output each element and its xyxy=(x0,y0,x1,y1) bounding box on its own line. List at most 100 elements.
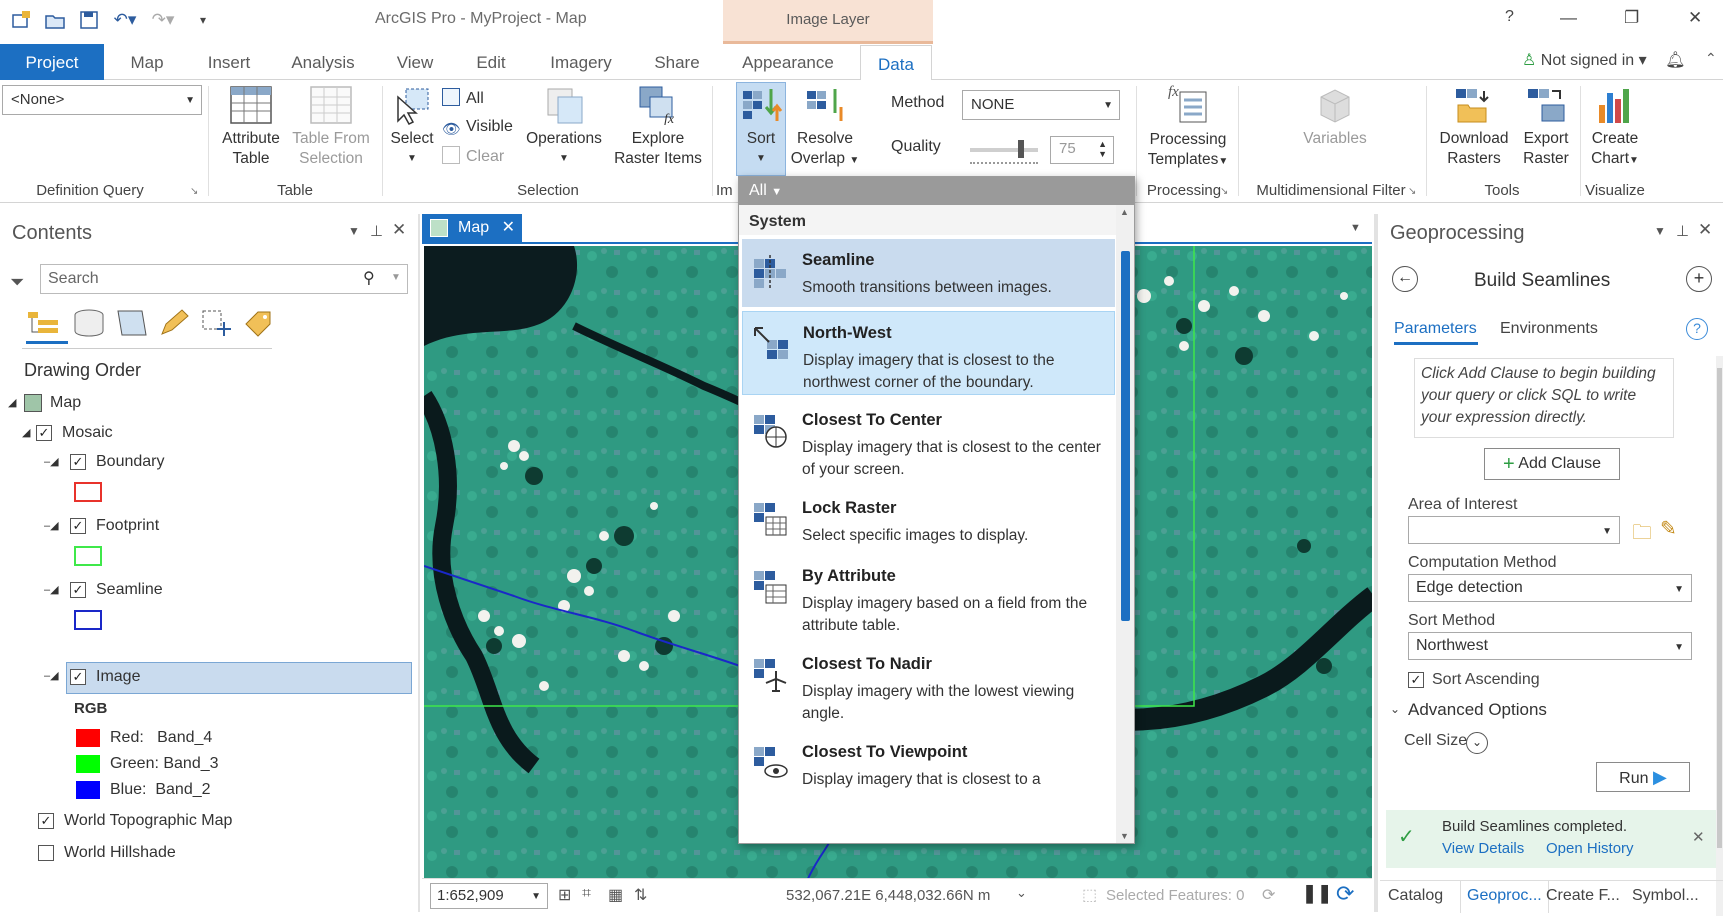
layer-map[interactable]: Map xyxy=(50,394,81,412)
expand-cell-size-icon[interactable]: ⌄ xyxy=(1466,732,1488,754)
mosaic-expander-icon[interactable]: ◢ xyxy=(22,426,30,439)
refresh-icon[interactable]: ⟳ xyxy=(1336,881,1354,907)
run-button[interactable]: Run ▶ xyxy=(1596,762,1690,792)
scroll-up-icon[interactable]: ▲ xyxy=(1120,207,1129,217)
sort-filter-header[interactable]: All ▼ xyxy=(739,177,1134,205)
scroll-down-icon[interactable]: ▼ xyxy=(1120,831,1129,841)
fixed-zoom-icon[interactable]: ⊞ xyxy=(558,885,571,905)
attribute-table-button[interactable]: Attribute Table xyxy=(215,85,287,169)
footprint-expander-icon[interactable]: –◢ xyxy=(44,519,59,532)
list-by-snapping-icon[interactable] xyxy=(200,308,234,341)
map-scale-select[interactable]: 1:652,909 ▼ xyxy=(430,883,548,909)
resolve-overlap-button[interactable]: Resolve Overlap ▼ xyxy=(790,85,860,171)
layer-footprint[interactable]: Footprint xyxy=(96,517,159,535)
clear-selection-button[interactable]: Clear xyxy=(442,146,504,166)
gp-scroll-thumb[interactable] xyxy=(1717,368,1722,848)
seamline-expander-icon[interactable]: –◢ xyxy=(44,583,59,596)
browse-folder-icon[interactable]: 🗀︎ xyxy=(1632,518,1652,552)
computation-method-select[interactable]: Edge detection ▼ xyxy=(1408,574,1692,602)
advanced-options-chevron-icon[interactable]: ⌄ xyxy=(1390,702,1400,716)
multidim-launcher-icon[interactable]: ↘ xyxy=(1408,186,1416,197)
select-visible-button[interactable]: 👁︎ Visible xyxy=(442,118,513,138)
search-icon[interactable]: ⚲ xyxy=(363,268,375,288)
boundary-symbol[interactable] xyxy=(74,482,102,502)
map-tabs-overflow-icon[interactable]: ▼ xyxy=(1350,222,1361,234)
close-map-tab-icon[interactable]: ✕ xyxy=(502,219,515,236)
geoprocessing-splitter[interactable] xyxy=(1374,214,1378,912)
list-by-drawing-order-icon[interactable] xyxy=(26,308,60,341)
processing-templates-button[interactable]: fx Processing Templates▼ xyxy=(1142,82,1234,172)
download-rasters-button[interactable]: Download Rasters xyxy=(1434,85,1514,169)
seamline-checkbox[interactable]: ✓ xyxy=(70,582,86,598)
launcher-icon[interactable]: ↘ xyxy=(190,186,198,197)
tab-insert[interactable]: Insert xyxy=(196,44,262,80)
sort-method-select[interactable]: Northwest ▼ xyxy=(1408,632,1692,660)
tab-map[interactable]: Map xyxy=(118,44,176,80)
processing-launcher-icon[interactable]: ↘ xyxy=(1220,186,1228,197)
contents-search-input[interactable]: Search ⚲ ▼ xyxy=(40,264,408,294)
sort-option-lock-raster[interactable]: Lock Raster Select specific images to di… xyxy=(742,487,1115,553)
dropdown-scrollbar[interactable]: ▲ ▼ xyxy=(1116,205,1134,843)
sort-option-closest-to-nadir[interactable]: Closest To Nadir Display imagery with th… xyxy=(742,643,1115,731)
view-details-link[interactable]: View Details xyxy=(1442,840,1524,857)
mosaic-checkbox[interactable]: ✓ xyxy=(36,425,52,441)
notifications-bell-icon[interactable]: 🔔︎ xyxy=(1665,52,1685,69)
redo-icon[interactable]: ↷▾ xyxy=(148,9,178,31)
close-geoprocessing-icon[interactable]: ✕ xyxy=(1698,220,1712,240)
pause-drawing-icon[interactable]: ❚❚ xyxy=(1302,883,1332,904)
variables-button[interactable]: Variables xyxy=(1290,85,1380,149)
sketch-pencil-icon[interactable]: ✎ xyxy=(1660,516,1677,541)
list-by-labeling-icon[interactable] xyxy=(242,308,276,341)
new-project-icon[interactable] xyxy=(10,9,32,31)
sort-option-north-west[interactable]: North-West Display imagery that is close… xyxy=(742,311,1115,395)
sort-option-closest-to-center[interactable]: Closest To Center Display imagery that i… xyxy=(742,399,1115,485)
save-project-icon[interactable] xyxy=(78,9,100,31)
tab-appearance[interactable]: Appearance xyxy=(730,44,846,80)
coordinates-options-icon[interactable]: ⌄ xyxy=(1016,885,1027,901)
dismiss-status-icon[interactable]: ✕ xyxy=(1692,828,1705,846)
open-history-link[interactable]: Open History xyxy=(1546,840,1634,857)
quality-input[interactable]: 75 ▲ ▼ xyxy=(1050,136,1114,164)
minimize-button[interactable]: — xyxy=(1560,8,1577,28)
layer-mosaic[interactable]: Mosaic xyxy=(62,424,113,442)
help-button[interactable]: ? xyxy=(1505,8,1514,26)
filter-icon[interactable]: ⏷ xyxy=(10,272,24,293)
tab-imagery[interactable]: Imagery xyxy=(540,44,622,80)
north-arrow-icon[interactable]: ⇅ xyxy=(634,885,647,905)
restore-button[interactable]: ❐ xyxy=(1624,8,1639,28)
tab-parameters[interactable]: Parameters xyxy=(1394,320,1477,338)
sort-option-seamline[interactable]: Seamline Smooth transitions between imag… xyxy=(742,239,1115,307)
tab-symbology[interactable]: Symbol... xyxy=(1632,887,1699,905)
tab-data[interactable]: Data xyxy=(860,45,932,81)
gp-pin-icon[interactable]: ⊥ xyxy=(1676,222,1689,240)
collapse-ribbon-icon[interactable]: ⌃ xyxy=(1705,50,1717,67)
seamline-symbol[interactable] xyxy=(74,610,102,630)
tab-share[interactable]: Share xyxy=(646,44,708,80)
explore-raster-items-button[interactable]: fx Explore Raster Items xyxy=(610,85,706,169)
sort-option-closest-to-viewpoint[interactable]: Closest To Viewpoint Display imagery tha… xyxy=(742,731,1115,819)
tab-geoprocessing[interactable]: Geoproc... xyxy=(1460,881,1549,913)
layer-world-topographic[interactable]: World Topographic Map xyxy=(64,812,232,830)
back-icon[interactable]: ← xyxy=(1392,266,1418,292)
layer-image[interactable]: Image xyxy=(96,668,140,686)
list-by-data-source-icon[interactable] xyxy=(72,308,106,341)
export-raster-button[interactable]: Export Raster xyxy=(1516,85,1576,169)
sign-in-status[interactable]: ♙ Not signed in ▾ 🔔︎ xyxy=(1522,50,1685,70)
undo-icon[interactable]: ↶▾ xyxy=(110,9,140,31)
pane-splitter[interactable] xyxy=(418,214,420,912)
dropdown-scroll-thumb[interactable] xyxy=(1121,251,1130,621)
open-project-icon[interactable] xyxy=(44,9,66,31)
hillshade-checkbox[interactable] xyxy=(38,845,54,861)
operations-button[interactable]: Operations ▼ xyxy=(524,85,604,169)
image-expander-icon[interactable]: –◢ xyxy=(44,669,59,682)
customize-quick-access-icon[interactable]: ▾ xyxy=(192,9,214,31)
sort-button[interactable]: Sort ▼ xyxy=(736,82,786,176)
tab-analysis[interactable]: Analysis xyxy=(284,44,362,80)
select-button[interactable]: Select ▼ xyxy=(386,85,438,169)
tab-environments[interactable]: Environments xyxy=(1500,320,1598,338)
gp-options-icon[interactable]: ▼ xyxy=(1654,224,1666,238)
help-icon[interactable]: ? xyxy=(1686,318,1708,340)
tab-view[interactable]: View xyxy=(386,44,444,80)
image-checkbox[interactable]: ✓ xyxy=(70,669,86,685)
quality-slider-thumb[interactable] xyxy=(1018,140,1024,158)
